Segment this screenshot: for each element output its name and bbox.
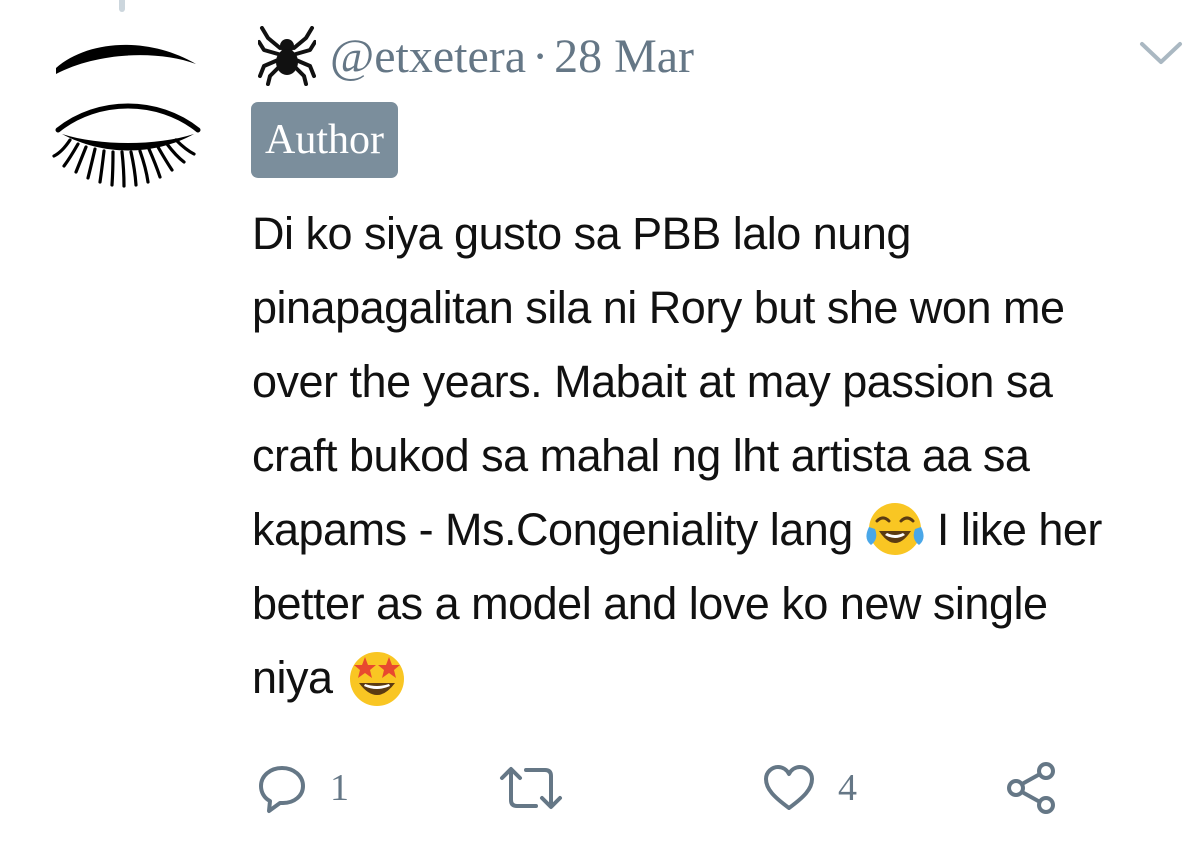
tweet-line-part: I like her [936, 504, 1103, 555]
like-count: 4 [838, 767, 857, 809]
face-with-tears-of-joy-icon [866, 503, 924, 556]
tweet-line: pinapagalitan sila ni Rory but she won m… [252, 282, 1065, 333]
avatar[interactable] [48, 30, 208, 190]
author-badge: Author [251, 102, 398, 178]
chevron-down-icon[interactable] [1138, 40, 1184, 66]
tweet-line: better as a model and love ko new single [252, 578, 1048, 629]
star-struck-icon [349, 652, 404, 707]
retweet-action[interactable] [496, 758, 566, 818]
tweet-line-with-emoji: niya [252, 641, 1192, 715]
share-action[interactable] [1004, 758, 1060, 818]
share-icon[interactable] [1004, 760, 1060, 816]
thread-connector-line [119, 0, 125, 12]
heart-icon[interactable] [762, 763, 816, 813]
tweet-text: Di ko siya gusto sa PBB lalo nung pinapa… [252, 197, 1192, 715]
tweet-actions: 1 4 [256, 758, 1196, 818]
like-action[interactable]: 4 [762, 758, 857, 818]
tweet-header: @etxetera · 28 Mar [258, 22, 694, 90]
tweet-date[interactable]: 28 Mar [554, 29, 694, 84]
spider-icon [258, 26, 316, 86]
closed-eye-icon [52, 44, 201, 188]
tweet-line-part: niya [252, 652, 333, 703]
user-handle[interactable]: @etxetera [330, 29, 526, 84]
tweet-line: Di ko siya gusto sa PBB lalo nung [252, 208, 911, 259]
reply-icon[interactable] [256, 762, 308, 814]
retweet-icon[interactable] [496, 762, 566, 814]
tweet-line-part: kapams - Ms.Congeniality lang [252, 504, 853, 555]
separator-dot: · [532, 29, 549, 83]
tweet-line: craft bukod sa mahal ng lht artista aa s… [252, 430, 1030, 481]
tweet-line-with-emoji: kapams - Ms.Congeniality lang I like her [252, 493, 1192, 567]
reply-count: 1 [330, 767, 349, 809]
reply-action[interactable]: 1 [256, 758, 349, 818]
tweet-line: over the years. Mabait at may passion sa [252, 356, 1053, 407]
